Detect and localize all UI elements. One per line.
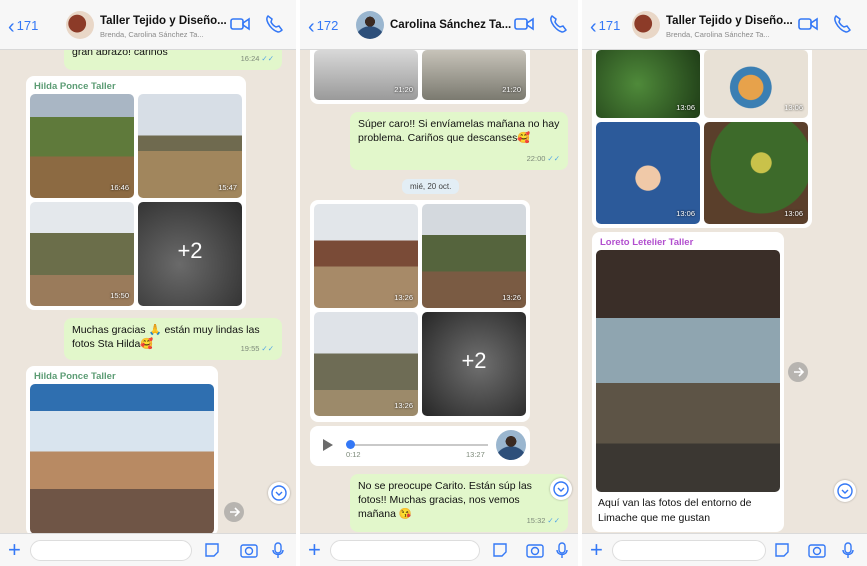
photo-caption: Aquí van las fotos del entorno de Limach… bbox=[598, 497, 752, 524]
back-button[interactable]: ‹ 171 bbox=[590, 17, 620, 37]
scroll-down-icon bbox=[271, 485, 287, 501]
voice-message[interactable]: 0:12 13:27 bbox=[310, 426, 530, 466]
chat-panel-1: ‹ 171 Taller Tejido y Diseño... Brenda, C… bbox=[0, 0, 296, 566]
scroll-down-icon bbox=[553, 481, 569, 497]
compose-bar: + bbox=[0, 533, 296, 566]
sender-avatar bbox=[496, 430, 526, 460]
video-call-icon[interactable] bbox=[798, 14, 818, 34]
message-time: 22:00 ✓✓ bbox=[526, 154, 560, 163]
more-photos-tile[interactable]: +2 bbox=[138, 202, 242, 306]
contact-avatar[interactable] bbox=[356, 11, 384, 39]
message-input[interactable] bbox=[612, 540, 766, 561]
photo-message[interactable]: Loreto Letelier Taller Aquí van las foto… bbox=[592, 232, 784, 532]
camera-icon[interactable] bbox=[240, 542, 258, 558]
message-time: 19:55 ✓✓ bbox=[240, 344, 274, 353]
microphone-icon[interactable] bbox=[842, 542, 854, 559]
date-divider: mié, 20 oct. bbox=[402, 179, 460, 194]
phone-icon[interactable] bbox=[832, 14, 852, 34]
photo[interactable] bbox=[596, 250, 780, 492]
group-avatar[interactable] bbox=[66, 11, 94, 39]
forward-icon[interactable] bbox=[788, 362, 808, 382]
plus-icon[interactable]: + bbox=[590, 537, 603, 563]
scroll-down-button[interactable] bbox=[268, 482, 290, 504]
message-bubble[interactable]: Muchas gracias 🙏 están muy lindas las fo… bbox=[64, 318, 282, 360]
sticker-icon[interactable] bbox=[492, 542, 508, 558]
compose-bar: + bbox=[300, 533, 578, 566]
back-chevron-icon: ‹ bbox=[590, 16, 597, 38]
chat-panel-3: ‹ 171 Taller Tejido y Diseño... Brenda, C… bbox=[582, 0, 867, 566]
photo-message[interactable]: Hilda Ponce Taller bbox=[26, 366, 218, 536]
message-bubble[interactable]: No se preocupe Carito. Están súp las fot… bbox=[350, 474, 568, 532]
album-photo[interactable]: 15:50 bbox=[30, 202, 134, 306]
message-time: 16:24 ✓✓ bbox=[240, 54, 274, 63]
chat-title[interactable]: Taller Tejido y Diseño... bbox=[100, 15, 227, 27]
message-input[interactable] bbox=[330, 540, 480, 561]
album-photo[interactable]: 21:20 bbox=[314, 50, 418, 100]
message-time: 13:27 bbox=[466, 450, 485, 459]
message-input[interactable] bbox=[30, 540, 192, 561]
plus-icon[interactable]: + bbox=[308, 537, 321, 563]
album-photo[interactable]: 15:47 bbox=[138, 94, 242, 198]
phone-icon[interactable] bbox=[264, 14, 284, 34]
sticker-icon[interactable] bbox=[204, 542, 220, 558]
chat-title[interactable]: Taller Tejido y Diseño... bbox=[666, 15, 793, 27]
album-photo[interactable]: 13:06 bbox=[704, 122, 808, 224]
chat-panel-2: ‹ 172 Carolina Sánchez Ta... 21:20 21:20 … bbox=[300, 0, 578, 566]
sticker-icon[interactable] bbox=[774, 542, 790, 558]
sender-name: Hilda Ponce Taller bbox=[34, 371, 116, 382]
voice-progress-track[interactable] bbox=[348, 444, 488, 446]
chat-header: ‹ 172 Carolina Sánchez Ta... bbox=[300, 0, 578, 50]
microphone-icon[interactable] bbox=[556, 542, 568, 559]
scroll-down-button[interactable] bbox=[834, 480, 856, 502]
voice-duration: 0:12 bbox=[346, 450, 361, 459]
back-chevron-icon: ‹ bbox=[308, 16, 315, 38]
back-button[interactable]: ‹ 171 bbox=[8, 17, 38, 37]
camera-icon[interactable] bbox=[526, 542, 544, 558]
album-photo[interactable]: 13:06 bbox=[596, 122, 700, 224]
message-bubble[interactable]: Súper caro!! Si envíamelas mañana no hay… bbox=[350, 112, 568, 170]
album-photo[interactable]: 21:20 bbox=[422, 50, 526, 100]
microphone-icon[interactable] bbox=[272, 542, 284, 559]
album-photo[interactable]: 13:06 bbox=[596, 50, 700, 118]
album-photo[interactable]: 13:26 bbox=[422, 204, 526, 308]
play-icon[interactable] bbox=[322, 438, 334, 452]
photo-album-message[interactable]: 13:06 13:06 13:06 13:06 bbox=[592, 34, 812, 228]
photo-album-message[interactable]: Hilda Ponce Taller 16:46 15:47 15:50 +2 bbox=[26, 76, 246, 310]
sender-name: Hilda Ponce Taller bbox=[34, 81, 116, 92]
group-avatar[interactable] bbox=[632, 11, 660, 39]
chat-subtitle: Brenda, Carolina Sánchez Ta... bbox=[100, 30, 204, 39]
back-chevron-icon: ‹ bbox=[8, 16, 15, 38]
plus-icon[interactable]: + bbox=[8, 537, 21, 563]
chat-title[interactable]: Carolina Sánchez Ta... bbox=[390, 19, 511, 31]
forward-icon[interactable] bbox=[224, 502, 244, 522]
back-button[interactable]: ‹ 172 bbox=[308, 17, 338, 37]
message-time: 15:32 ✓✓ bbox=[526, 516, 560, 525]
compose-bar: + bbox=[582, 533, 867, 566]
photo[interactable] bbox=[30, 384, 214, 534]
video-call-icon[interactable] bbox=[514, 14, 534, 34]
scroll-down-button[interactable] bbox=[550, 478, 572, 500]
scroll-down-icon bbox=[837, 483, 853, 499]
chat-header: ‹ 171 Taller Tejido y Diseño... Brenda, C… bbox=[582, 0, 867, 50]
chat-header: ‹ 171 Taller Tejido y Diseño... Brenda, C… bbox=[0, 0, 296, 50]
sender-name: Loreto Letelier Taller bbox=[600, 237, 694, 248]
camera-icon[interactable] bbox=[808, 542, 826, 558]
video-call-icon[interactable] bbox=[230, 14, 250, 34]
album-photo[interactable]: 13:26 bbox=[314, 204, 418, 308]
more-photos-tile[interactable]: +2 bbox=[422, 312, 526, 416]
album-photo[interactable]: 13:06 bbox=[704, 50, 808, 118]
phone-icon[interactable] bbox=[548, 14, 568, 34]
chat-subtitle: Brenda, Carolina Sánchez Ta... bbox=[666, 30, 770, 39]
album-photo[interactable]: 16:46 bbox=[30, 94, 134, 198]
photo-album-message[interactable]: 13:26 13:26 13:26 +2 bbox=[310, 200, 530, 422]
album-photo[interactable]: 13:26 bbox=[314, 312, 418, 416]
